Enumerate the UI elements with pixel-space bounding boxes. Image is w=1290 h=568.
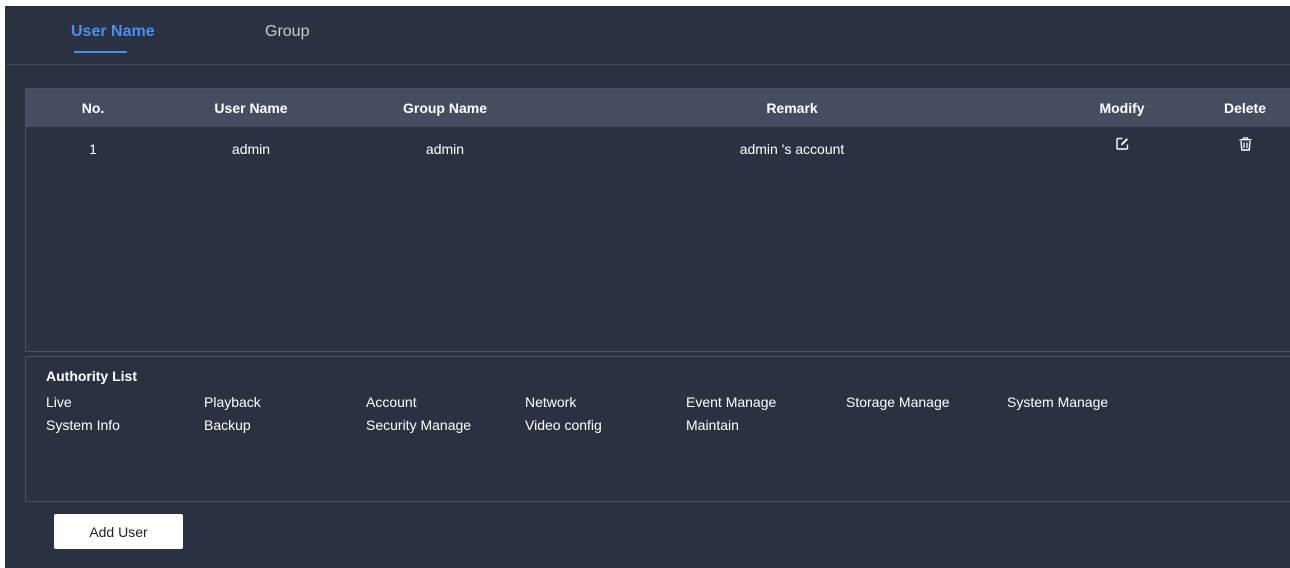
authority-item: Maintain: [686, 417, 739, 433]
tab-bar: User Name Group: [5, 6, 1290, 65]
user-table: No. User Name Group Name Remark Modify D…: [25, 88, 1290, 352]
authority-item: Security Manage: [366, 417, 472, 433]
col-header-delete: Delete: [1223, 100, 1267, 116]
col-header-modify: Modify: [1099, 100, 1145, 116]
authority-item: System Info: [46, 417, 120, 433]
cell-group-name: admin: [425, 141, 465, 157]
tab-user-name[interactable]: User Name: [71, 23, 155, 41]
authority-item: Account: [366, 394, 417, 410]
authority-item: Live: [46, 394, 72, 410]
delete-button[interactable]: [1239, 137, 1252, 156]
authority-item: Network: [525, 394, 577, 410]
authority-list: Authority List Live Playback Account Net…: [25, 356, 1290, 502]
trash-icon: [1239, 137, 1252, 151]
modify-button[interactable]: [1116, 137, 1129, 155]
edit-icon: [1116, 137, 1129, 150]
tab-group[interactable]: Group: [265, 23, 309, 41]
authority-item: Storage Manage: [846, 394, 950, 410]
authority-item: Playback: [204, 394, 261, 410]
cell-remark: admin 's account: [739, 141, 845, 157]
table-header: No. User Name Group Name Remark Modify D…: [26, 89, 1290, 127]
authority-item: System Manage: [1007, 394, 1109, 410]
authority-item: Backup: [204, 417, 251, 433]
authority-item: Event Manage: [686, 394, 777, 410]
col-header-group-name: Group Name: [402, 100, 488, 116]
col-header-user-name: User Name: [214, 100, 288, 116]
authority-list-title: Authority List: [46, 368, 137, 384]
col-header-remark: Remark: [766, 100, 818, 116]
add-user-button[interactable]: Add User: [54, 514, 183, 549]
user-management-panel: User Name Group No. User Name Group Name…: [5, 6, 1290, 568]
col-header-no: No.: [81, 100, 105, 116]
active-tab-indicator: [74, 51, 127, 53]
authority-item: Video config: [525, 417, 602, 433]
table-row[interactable]: 1 admin admin admin 's account: [26, 127, 1290, 159]
cell-user-name: admin: [231, 141, 271, 157]
cell-no: 1: [89, 141, 97, 157]
